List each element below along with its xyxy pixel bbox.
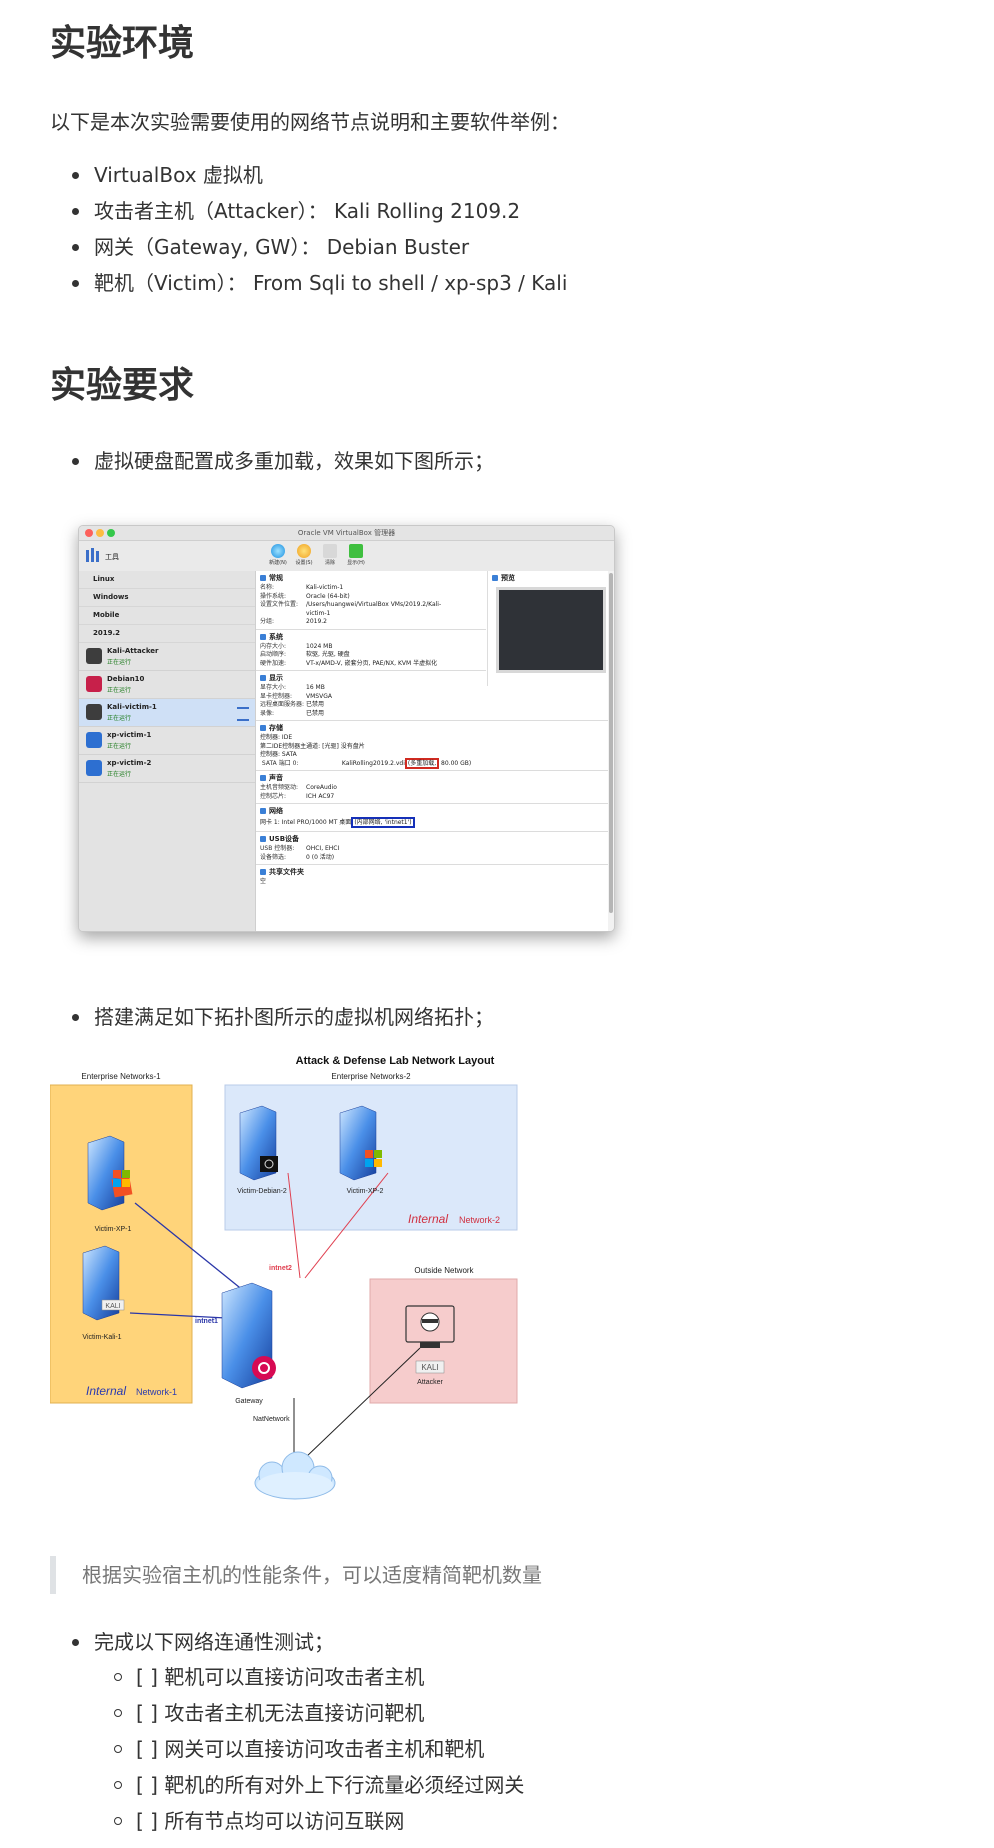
victim-xp1-label: Victim-XP-1 xyxy=(95,1226,132,1233)
section-title-req: 实验要求 xyxy=(50,365,195,406)
system-section: 系统 内存大小: 1024 MB 启动顺序: 软驱, 光驱, 硬盘 硬件加速: VT-… xyxy=(256,630,486,671)
list-item: 完成以下网络连通性测试； xyxy=(50,1624,334,1660)
list-item: 搭建满足如下拓扑图所示的虚拟机网络拓扑； xyxy=(50,999,494,1035)
net2-word: Internal xyxy=(408,1212,448,1226)
checklist-item: [ ] 靶机的所有对外上下行流量必须经过网关 xyxy=(50,1767,524,1803)
natnetwork-label: NatNetwork xyxy=(253,1416,290,1423)
group-linux[interactable]: Linux xyxy=(79,571,255,589)
tools-icon xyxy=(85,547,101,563)
blockquote-note: 根据实验宿主机的性能条件，可以适度精简靶机数量 xyxy=(50,1556,900,1594)
tools-label: 工具 xyxy=(105,553,119,561)
gear-icon xyxy=(297,544,311,558)
vm-sidebar: Linux Windows Mobile 2019.2 Kali-Attacke… xyxy=(79,571,256,931)
intro-text: 以下是本次实验需要使用的网络节点说明和主要软件举例： xyxy=(50,110,570,134)
xp-icon xyxy=(86,732,102,748)
storage-section: 存储 控制器: IDE 第二IDE控制器主通道: [光驱] 没有盘片 控制器: … xyxy=(256,721,608,771)
env-list: VirtualBox 虚拟机 攻击者主机（Attacker）： Kali Rol… xyxy=(50,157,567,301)
gateway-label: Gateway xyxy=(235,1398,263,1405)
virtualbox-screenshot: Oracle VM VirtualBox 管理器 工具 新建(N) 设置(S) … xyxy=(78,525,615,932)
debian-icon xyxy=(86,676,102,692)
kali-badge-1: KALI xyxy=(105,1303,120,1310)
intnet2-label: intnet2 xyxy=(269,1265,292,1272)
vm-item-kali-victim-1[interactable]: Kali-victim-1 正在运行 xyxy=(79,699,255,727)
new-icon xyxy=(271,544,285,558)
scrollbar[interactable] xyxy=(608,571,614,931)
multiattach-highlight: (多重加载, xyxy=(404,757,440,769)
server-icon xyxy=(239,1105,278,1181)
net2-rest: Network-2 xyxy=(459,1215,500,1225)
group-2019-2[interactable]: 2019.2 xyxy=(79,625,255,643)
list-item: 攻击者主机（Attacker）： Kali Rolling 2109.2 xyxy=(50,193,567,229)
preview-panel: 预览 xyxy=(487,571,608,686)
diagram-title: Attack & Defense Lab Network Layout xyxy=(296,1055,495,1067)
network-section: 网络 网卡 1: Intel PRO/1000 MT 桌面 (内部网络, 'int… xyxy=(256,804,608,832)
req-list-1: 虚拟硬盘配置成多重加载，效果如下图所示； xyxy=(50,443,494,479)
zone3-label: Outside Network xyxy=(414,1266,474,1275)
checklist-item: [ ] 网关可以直接访问攻击者主机和靶机 xyxy=(50,1731,524,1767)
gateway-server-icon xyxy=(221,1282,276,1389)
net1-word: Internal xyxy=(86,1384,126,1398)
shared-section: 共享文件夹 空 xyxy=(256,865,608,889)
checklist-item: [ ] 所有节点均可以访问互联网 xyxy=(50,1803,524,1839)
victim-xp2-label: Victim-XP-2 xyxy=(347,1188,384,1195)
list-item: 网关（Gateway, GW）： Debian Buster xyxy=(50,229,567,265)
intnet1-label: intnet1 xyxy=(195,1318,218,1325)
checklist-item: [ ] 靶机可以直接访问攻击者主机 xyxy=(50,1659,524,1695)
discard-icon xyxy=(323,544,337,558)
cloud-icon xyxy=(254,1451,336,1500)
victim-kali1-label: Victim-Kali-1 xyxy=(82,1334,121,1341)
list-item: VirtualBox 虚拟机 xyxy=(50,157,567,193)
checklist-item: [ ] 攻击者主机无法直接访问靶机 xyxy=(50,1695,524,1731)
zone1-label: Enterprise Networks-1 xyxy=(81,1072,161,1081)
zone-enterprise-1 xyxy=(50,1084,193,1404)
req-list-2: 搭建满足如下拓扑图所示的虚拟机网络拓扑； xyxy=(50,999,494,1035)
vm-item-xp-victim-1[interactable]: xp-victim-1 正在运行 xyxy=(79,727,255,755)
group-mobile[interactable]: Mobile xyxy=(79,607,255,625)
kali-badge-2: KALI xyxy=(421,1363,438,1372)
menu-icon[interactable] xyxy=(237,707,249,721)
checklist: [ ] 靶机可以直接访问攻击者主机 [ ] 攻击者主机无法直接访问靶机 [ ] … xyxy=(50,1659,524,1839)
general-section: 常规 名称: Kali-victim-1 操作系统: Oracle (64-bit)… xyxy=(256,571,486,630)
window-title: Oracle VM VirtualBox 管理器 xyxy=(297,529,396,537)
list-item: 靶机（Victim）： From Sqli to shell / xp-sp3 … xyxy=(50,265,567,301)
attacker-label: Attacker xyxy=(417,1379,443,1386)
section-title-env: 实验环境 xyxy=(50,23,195,64)
zone2-label: Enterprise Networks-2 xyxy=(331,1072,411,1081)
xp-icon xyxy=(86,760,102,776)
kali-icon xyxy=(86,648,102,664)
window-titlebar: Oracle VM VirtualBox 管理器 xyxy=(79,526,614,541)
arrow-right-icon xyxy=(349,544,363,558)
victim-debian2-label: Victim-Debian-2 xyxy=(237,1188,287,1195)
vm-item-xp-victim-2[interactable]: xp-victim-2 正在运行 xyxy=(79,755,255,783)
usb-section: USB设备 USB 控制器: OHCI, EHCI 设备筛选: 0 (0 活动) xyxy=(256,832,608,865)
vm-item-kali-attacker[interactable]: Kali-Attacker 正在运行 xyxy=(79,643,255,671)
net1-rest: Network-1 xyxy=(136,1387,177,1397)
kali-icon xyxy=(86,704,102,720)
preview-screen xyxy=(496,587,606,673)
vm-item-debian10[interactable]: Debian10 正在运行 xyxy=(79,671,255,699)
req-list-3: 完成以下网络连通性测试； xyxy=(50,1624,334,1660)
server-icon xyxy=(339,1105,382,1181)
list-item: 虚拟硬盘配置成多重加载，效果如下图所示； xyxy=(50,443,494,479)
audio-section: 声音 主机音频驱动: CoreAudio 控制芯片: ICH AC97 xyxy=(256,771,608,804)
toolbar: 工具 新建(N) 设置(S) 清除 显示(H) xyxy=(79,541,614,572)
show-button[interactable]: 显示(H) xyxy=(341,544,371,566)
network-topology-diagram: Attack & Defense Lab Network Layout Ente… xyxy=(50,1055,518,1500)
group-windows[interactable]: Windows xyxy=(79,589,255,607)
intnet-highlight: (内部网络, 'intnet1') xyxy=(351,817,415,828)
